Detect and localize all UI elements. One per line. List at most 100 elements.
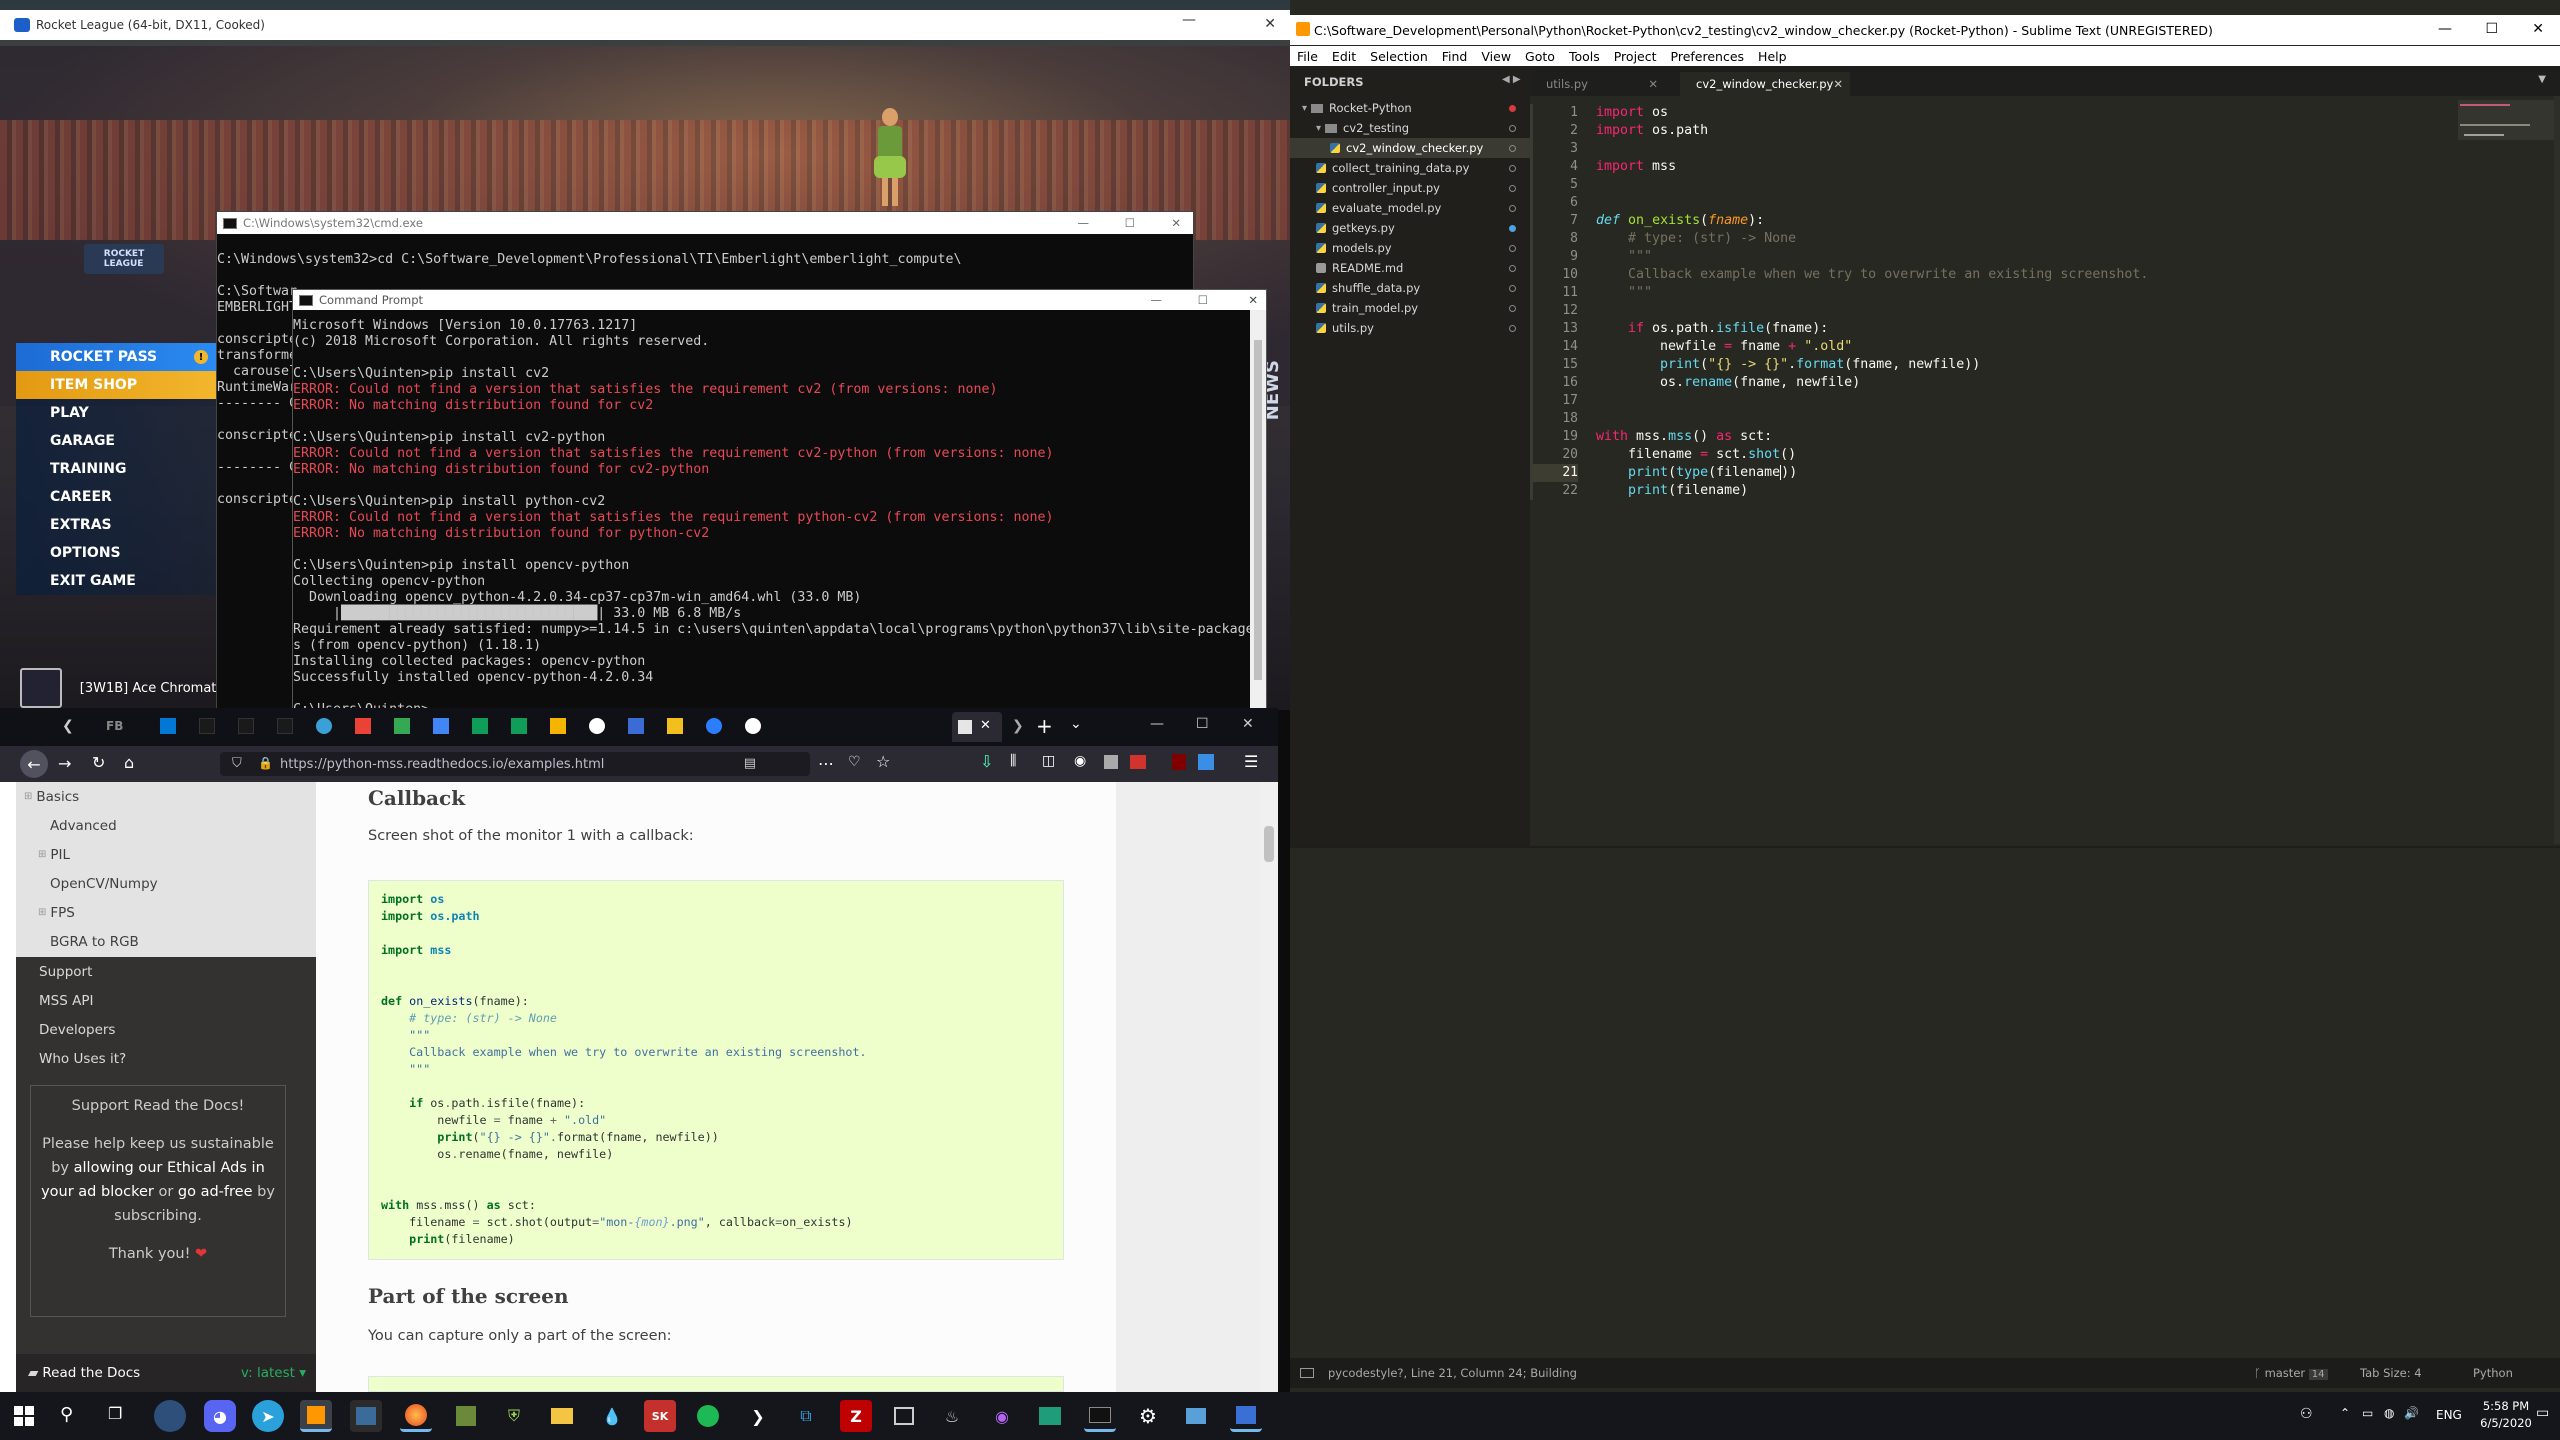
sublime-taskbar-icon[interactable] xyxy=(300,1400,332,1432)
nav-developers[interactable]: Developers xyxy=(16,1015,316,1044)
tray-overflow-icon[interactable]: ⌃ xyxy=(2340,1406,2350,1420)
tab-scroll-left-icon[interactable]: ❮ xyxy=(62,718,74,734)
close-icon[interactable]: ✕ xyxy=(1242,716,1254,732)
app-icon-sk[interactable]: SK xyxy=(644,1400,676,1432)
steam-icon[interactable]: ♨ xyxy=(936,1400,968,1432)
rocket-league-taskbar-icon[interactable] xyxy=(1230,1400,1262,1432)
menu-help[interactable]: Help xyxy=(1751,49,1794,64)
tab-icon[interactable] xyxy=(628,718,644,734)
menu-icon[interactable]: ☰ xyxy=(1244,752,1258,771)
tree-file[interactable]: collect_training_data.py xyxy=(1290,158,1530,178)
minecraft-icon[interactable] xyxy=(450,1400,482,1432)
tree-file[interactable]: controller_input.py xyxy=(1290,178,1530,198)
close-icon[interactable]: ✕ xyxy=(1833,77,1843,91)
minimap[interactable] xyxy=(2450,96,2560,844)
tree-file[interactable]: utils.py xyxy=(1290,318,1530,338)
vscode-icon[interactable]: ⧉ xyxy=(790,1400,822,1432)
back-icon[interactable]: ← xyxy=(20,750,48,778)
language-indicator[interactable]: ENG xyxy=(2436,1408,2462,1422)
reader-view-icon[interactable]: ▤ xyxy=(744,756,756,771)
maximize-icon[interactable]: ☐ xyxy=(1198,293,1208,307)
menu-extras[interactable]: EXTRAS xyxy=(16,511,216,539)
tab-icon[interactable] xyxy=(238,718,254,734)
menu-exit-game[interactable]: EXIT GAME xyxy=(16,567,216,595)
menu-item-shop[interactable]: ITEM SHOP xyxy=(16,371,216,399)
rtd-footer[interactable]: ▰ Read the Docs v: latest ▾ xyxy=(16,1354,316,1392)
tab-icon[interactable] xyxy=(199,718,215,734)
nav-support[interactable]: Support xyxy=(16,957,316,986)
cmd-front-output[interactable]: Microsoft Windows [Version 10.0.17763.12… xyxy=(293,318,1251,708)
taskbar-app-icon[interactable]: ◉ xyxy=(986,1400,1018,1432)
battery-icon[interactable]: ▭ xyxy=(2362,1406,2373,1420)
discord-icon[interactable]: ◕ xyxy=(204,1400,236,1432)
git-branch[interactable]: ᚴ master 14 xyxy=(2254,1366,2328,1380)
reload-icon[interactable]: ↻ xyxy=(92,753,105,772)
taskbar-app-icon[interactable] xyxy=(154,1400,186,1432)
maximize-icon[interactable]: ☐ xyxy=(1125,216,1135,230)
home-icon[interactable]: ⌂ xyxy=(124,753,134,772)
close-icon[interactable]: ✕ xyxy=(1264,16,1276,32)
rtd-version[interactable]: v: latest ▾ xyxy=(241,1365,306,1381)
url-bar[interactable]: ⛉ 🔒 https://python-mss.readthedocs.io/ex… xyxy=(220,752,810,776)
close-icon[interactable]: ✕ xyxy=(2532,21,2544,37)
people-icon[interactable]: ⚇ xyxy=(2300,1406,2313,1422)
pocket-icon[interactable]: ♡ xyxy=(848,754,861,770)
taskbar-app-icon[interactable] xyxy=(1180,1400,1212,1432)
tree-file[interactable]: train_model.py xyxy=(1290,298,1530,318)
network-icon[interactable]: ◍ xyxy=(2384,1406,2394,1420)
task-view-icon[interactable]: ❐ xyxy=(108,1404,122,1423)
spotify-icon[interactable] xyxy=(692,1400,724,1432)
forward-icon[interactable]: → xyxy=(58,754,71,773)
tab-cv2-window-checker[interactable]: cv2_window_checker.py ✕ xyxy=(1680,72,1850,96)
list-tabs-icon[interactable]: ⌄ xyxy=(1070,716,1082,732)
tab-nav-left-icon[interactable]: ◀ ▶ xyxy=(1502,74,1521,85)
maximize-icon[interactable]: ☐ xyxy=(2485,21,2498,37)
google-tab-icon[interactable] xyxy=(589,718,605,734)
code-content[interactable]: import os import os.path import mss def … xyxy=(1596,104,2148,500)
start-icon[interactable] xyxy=(14,1406,34,1426)
nav-who-uses[interactable]: Who Uses it? xyxy=(16,1044,316,1073)
tab-size[interactable]: Tab Size: 4 xyxy=(2360,1366,2422,1380)
minimize-icon[interactable]: — xyxy=(1151,293,1163,307)
firefox-taskbar-icon[interactable] xyxy=(400,1400,432,1432)
search-icon[interactable]: ⚲ xyxy=(60,1404,73,1425)
google-tab-icon[interactable] xyxy=(745,718,761,734)
minimize-icon[interactable]: — xyxy=(2438,21,2452,37)
menu-rocket-pass[interactable]: ROCKET PASS! xyxy=(16,343,216,371)
slides-tab-icon[interactable] xyxy=(550,718,566,734)
tree-file[interactable]: evaluate_model.py xyxy=(1290,198,1530,218)
close-icon[interactable]: ✕ xyxy=(1648,77,1658,91)
menu-play[interactable]: PLAY xyxy=(16,399,216,427)
minimize-icon[interactable]: — xyxy=(1150,716,1164,732)
output-panel[interactable] xyxy=(1290,846,2560,1346)
taskbar-app-icon[interactable] xyxy=(888,1400,920,1432)
minimize-icon[interactable]: — xyxy=(1078,216,1090,230)
drive-tab-icon[interactable] xyxy=(394,718,410,734)
sublime-window[interactable]: C:\Software_Development\Personal\Python\… xyxy=(1290,0,2560,1392)
file-explorer-icon[interactable] xyxy=(546,1400,578,1432)
nav-mss-api[interactable]: MSS API xyxy=(16,986,316,1015)
tab-scroll-right-icon[interactable]: ❯ xyxy=(1012,718,1024,734)
menu-preferences[interactable]: Preferences xyxy=(1664,49,1752,64)
support-link-ad-free[interactable]: go ad-free xyxy=(178,1184,253,1200)
cmd-back-titlebar[interactable]: C:\Windows\system32\cmd.exe — ☐ ✕ xyxy=(217,212,1193,234)
menu-goto[interactable]: Goto xyxy=(1518,49,1562,64)
menu-selection[interactable]: Selection xyxy=(1363,49,1435,64)
tree-folder[interactable]: ▾ cv2_testing xyxy=(1290,118,1530,138)
messenger-tab-icon[interactable] xyxy=(706,718,722,734)
new-tab-icon[interactable]: + xyxy=(1036,714,1053,738)
cmd-window-front[interactable]: Command Prompt — ☐ ✕ Microsoft Windows [… xyxy=(292,289,1267,709)
tab-facebook[interactable]: FB xyxy=(106,719,123,733)
menu-career[interactable]: CAREER xyxy=(16,483,216,511)
sheets-tab-icon[interactable] xyxy=(472,718,488,734)
cmd-front-titlebar[interactable]: Command Prompt — ☐ ✕ xyxy=(293,290,1266,310)
powershell-icon[interactable]: ❯ xyxy=(742,1400,774,1432)
menu-project[interactable]: Project xyxy=(1607,49,1664,64)
telegram-icon[interactable]: ➤ xyxy=(252,1400,284,1432)
notification-icon[interactable]: ▭ xyxy=(2536,1405,2549,1421)
sidebar-icon[interactable]: ◫ xyxy=(1042,753,1055,769)
extension-icon[interactable] xyxy=(1130,755,1146,769)
menu-view[interactable]: View xyxy=(1474,49,1518,64)
taskbar-app-icon[interactable] xyxy=(1034,1400,1066,1432)
docs-tab-icon[interactable] xyxy=(433,718,449,734)
